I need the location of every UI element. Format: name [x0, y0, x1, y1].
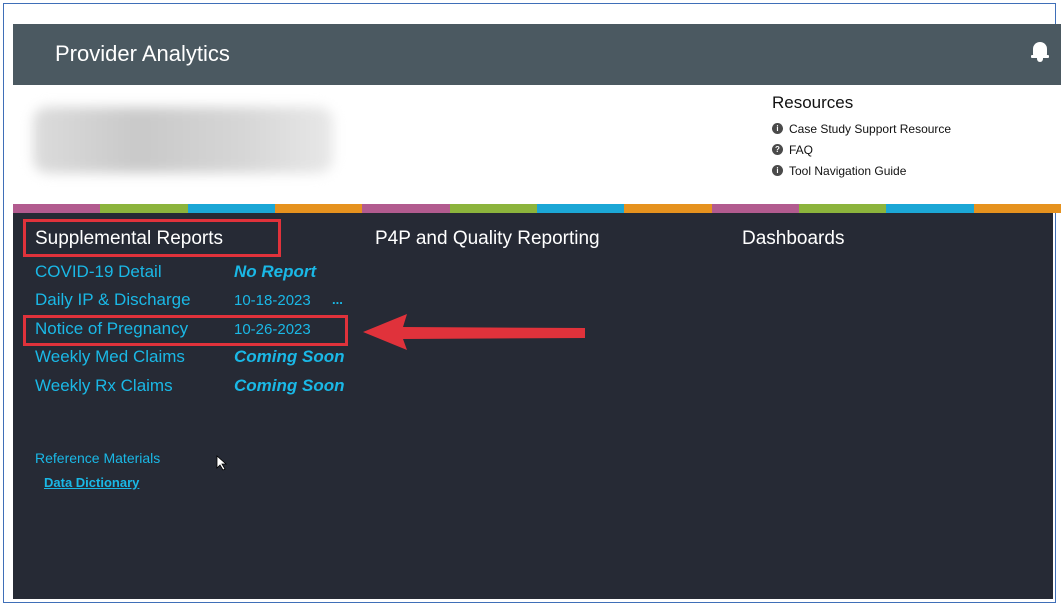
- stripe-segment: [362, 204, 450, 213]
- stripe-segment: [187, 204, 275, 213]
- report-link-daily-ip-discharge[interactable]: Daily IP & Discharge: [35, 290, 191, 310]
- report-link-weekly-med-claims[interactable]: Weekly Med Claims: [35, 347, 185, 367]
- bell-icon[interactable]: [1031, 40, 1049, 62]
- app-header: Provider Analytics: [13, 24, 1061, 85]
- report-link-weekly-rx-claims[interactable]: Weekly Rx Claims: [35, 376, 173, 396]
- banner: Resources i Case Study Support Resource …: [13, 85, 1061, 204]
- stripe-segment: [449, 204, 537, 213]
- report-date[interactable]: 10-18-2023: [234, 292, 311, 309]
- more-ellipsis[interactable]: ...: [332, 292, 343, 307]
- resource-link-faq[interactable]: ? FAQ: [772, 139, 1032, 160]
- section-title-dashboards[interactable]: Dashboards: [742, 228, 844, 250]
- report-row-daily-ip: Daily IP & Discharge 10-18-2023 ...: [35, 290, 365, 314]
- reference-materials-title: Reference Materials: [35, 450, 161, 466]
- blurred-logo: [33, 107, 333, 173]
- data-dictionary-link[interactable]: Data Dictionary: [44, 475, 139, 490]
- resources-title: Resources: [772, 93, 854, 112]
- app-title: Provider Analytics: [55, 41, 230, 66]
- stripe-segment: [536, 204, 625, 213]
- resource-label: Tool Navigation Guide: [789, 163, 907, 178]
- mouse-cursor-icon: [216, 455, 228, 471]
- question-icon: ?: [772, 144, 783, 155]
- resource-label: FAQ: [789, 142, 814, 157]
- section-title-p4p[interactable]: P4P and Quality Reporting: [375, 228, 600, 250]
- resources-panel: Resources i Case Study Support Resource …: [772, 93, 1032, 181]
- stripe-segment: [274, 204, 363, 213]
- section-title-supplemental-reports[interactable]: Supplemental Reports: [35, 228, 223, 250]
- stripe-segment: [886, 204, 974, 213]
- report-row-covid: COVID-19 Detail No Report: [35, 262, 365, 286]
- main-panel: Supplemental Reports P4P and Quality Rep…: [13, 213, 1053, 599]
- stripe-segment: [624, 204, 712, 213]
- info-icon: i: [772, 123, 783, 134]
- resource-link-case-study[interactable]: i Case Study Support Resource: [772, 118, 1032, 139]
- report-row-weekly-med: Weekly Med Claims Coming Soon: [35, 347, 365, 371]
- resource-label: Case Study Support Resource: [789, 121, 952, 136]
- info-icon: i: [772, 165, 783, 176]
- stripe-segment: [100, 204, 188, 213]
- stripe-segment: [711, 204, 799, 213]
- report-status: Coming Soon: [234, 376, 345, 395]
- report-status: No Report: [234, 262, 317, 281]
- stripe-segment: [973, 204, 1061, 213]
- report-row-weekly-rx: Weekly Rx Claims Coming Soon: [35, 376, 365, 400]
- stripe-segment: [798, 204, 887, 213]
- resource-link-navigation-guide[interactable]: i Tool Navigation Guide: [772, 160, 1032, 181]
- red-arrow-annotation: [363, 314, 585, 350]
- report-link-notice-of-pregnancy[interactable]: Notice of Pregnancy: [35, 319, 188, 339]
- report-date[interactable]: 10-26-2023: [234, 321, 311, 338]
- report-row-notice-of-pregnancy: Notice of Pregnancy 10-26-2023: [35, 319, 365, 343]
- report-status: Coming Soon: [234, 347, 345, 366]
- stripe-segment: [13, 204, 101, 213]
- color-stripe: [13, 204, 1061, 213]
- report-link-covid-19-detail[interactable]: COVID-19 Detail: [35, 262, 162, 282]
